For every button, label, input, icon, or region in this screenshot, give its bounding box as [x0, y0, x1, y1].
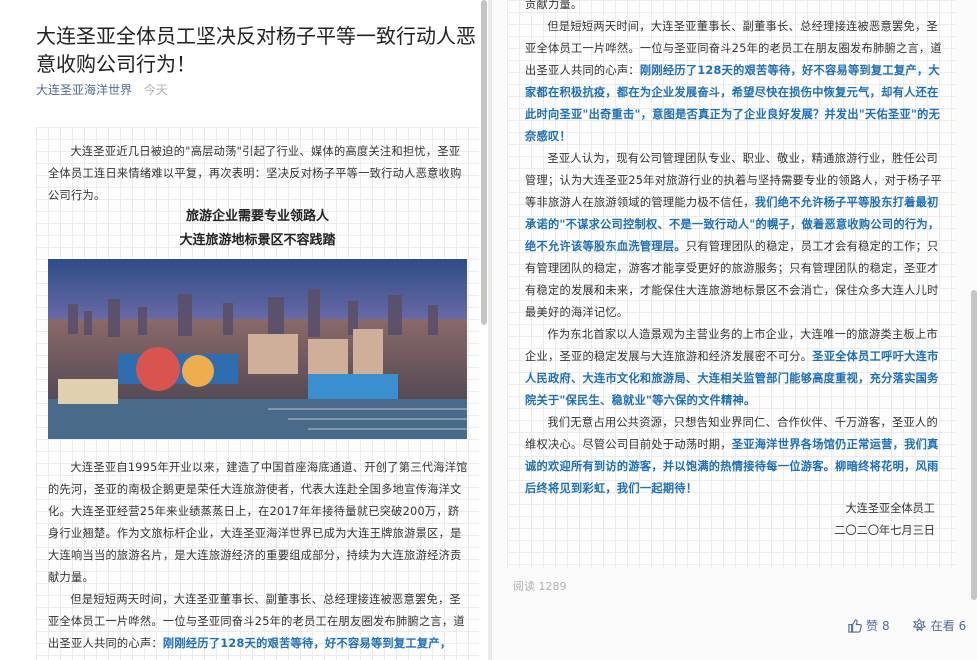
publish-date: 今天: [143, 83, 168, 97]
section-heading-2: 大连旅游地标景区不容践踏: [179, 233, 336, 248]
scrollbar-thumb[interactable]: [971, 290, 977, 600]
watching-button[interactable]: 在看 6: [912, 617, 967, 634]
watching-count: 6: [958, 618, 967, 633]
article-pane-left[interactable]: 大连圣亚全体员工坚决反对杨子平等一致行动人恶意收购公司行为！ 大连圣亚海洋世界 …: [0, 0, 488, 660]
thumbs-up-icon: [848, 619, 862, 633]
flower-icon: [912, 618, 926, 632]
read-number: 1289: [538, 580, 567, 593]
article-pane-right[interactable]: 贡献力量。 但是短短两天时间，大连圣亚董事长、副董事长、总经理接连被恶意罢免，圣…: [491, 0, 977, 660]
signature-date: 二〇二〇年七月三日: [834, 524, 935, 537]
paragraph-dismissal-full: 但是短短两天时间，大连圣亚董事长、副董事长、总经理接连被恶意罢免，圣亚全体员工一…: [525, 16, 945, 148]
paragraph-management: 圣亚人认为，现有公司管理团队专业、职业、敬业，精通旅游行业，胜任公司管理；认为大…: [525, 148, 945, 324]
like-label: 赞: [866, 619, 879, 633]
article-meta: 大连圣亚海洋世界 今天: [36, 81, 168, 98]
article-body-continued: 贡献力量。 但是短短两天时间，大连圣亚董事长、副董事长、总经理接连被恶意罢免，圣…: [507, 0, 955, 568]
account-name-link[interactable]: 大连圣亚海洋世界: [36, 83, 132, 97]
paragraph-dismissal: 但是短短两天时间，大连圣亚董事长、副董事长、总经理接连被恶意罢免，圣亚全体员工一…: [48, 589, 468, 655]
like-button[interactable]: 赞 8: [847, 617, 890, 634]
read-label: 阅读: [513, 580, 535, 593]
read-count: 阅读 1289: [513, 578, 567, 594]
scrollbar-track[interactable]: [970, 0, 977, 660]
article-title: 大连圣亚全体员工坚决反对杨子平等一致行动人恶意收购公司行为！: [36, 24, 476, 76]
section-heading-1: 旅游企业需要专业领路人: [185, 209, 329, 224]
aerial-city-image: [48, 259, 467, 439]
paragraph-history: 大连圣亚自1995年开业以来，建造了中国首座海底通道、开创了第三代海洋馆的先河，…: [48, 461, 468, 584]
article-photo: [48, 259, 467, 439]
article-body: 大连圣亚近几日被迫的"高层动荡"引起了行业、媒体的高度关注和担忧，圣亚全体员工连…: [36, 127, 479, 660]
paragraph-appeal: 作为东北首家以人造景观为主营业务的上市企业，大连唯一的旅游类主板上市企业，圣亚的…: [525, 324, 945, 412]
article-actions: 赞 8 在看 6: [847, 617, 966, 634]
paragraph-closing: 我们无意占用公共资源，只想告知业界同仁、合作伙伴、千万游客，圣亚人的维权决心。尽…: [525, 412, 945, 500]
paragraph-intro: 大连圣亚近几日被迫的"高层动荡"引起了行业、媒体的高度关注和担忧，圣亚全体员工连…: [48, 145, 462, 202]
watching-label: 在看: [930, 619, 955, 633]
paragraph-tail: 贡献力量。: [525, 0, 583, 11]
left-scrollbar-thumb[interactable]: [481, 0, 487, 325]
like-count: 8: [882, 618, 890, 633]
left-scrollbar-track[interactable]: [480, 0, 488, 660]
highlight-quote: 刚刚经历了128天的艰苦等待，好不容易等到复工复产，: [162, 637, 452, 650]
signature-staff: 大连圣亚全体员工: [845, 502, 935, 515]
